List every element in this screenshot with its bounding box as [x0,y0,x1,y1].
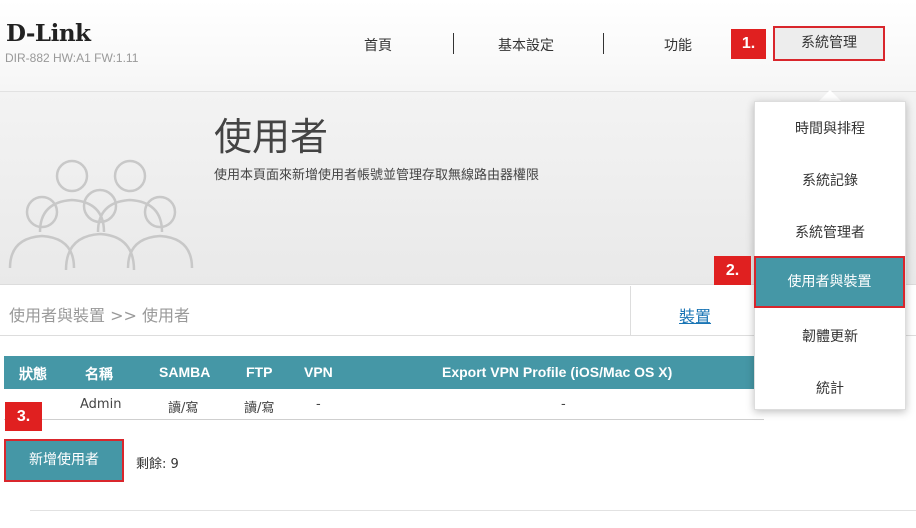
col-status: 狀態 [19,366,47,382]
col-ftp: FTP [246,364,273,380]
menu-item-firmware-update[interactable]: 韌體更新 [755,326,905,346]
dropdown-caret [819,90,841,101]
col-export-vpn: Export VPN Profile (iOS/Mac OS X) [442,364,673,380]
dlink-logo: D-Link [6,20,91,47]
users-table: 狀態 名稱 SAMBA FTP VPN Export VPN Profile (… [4,356,764,420]
menu-item-users-devices[interactable]: 使用者與裝置 [754,256,905,308]
menu-item-statistics[interactable]: 統計 [755,378,905,398]
cell-name: Admin [80,397,122,412]
table-header: 狀態 名稱 SAMBA FTP VPN Export VPN Profile (… [4,356,764,389]
nav-divider [603,33,604,54]
nav-management[interactable]: 系統管理 [773,26,885,61]
menu-item-system-log[interactable]: 系統記錄 [755,170,905,190]
menu-item-admin[interactable]: 系統管理者 [755,222,905,242]
step-3-badge: 3. [5,402,42,431]
remaining-count: 剩餘: 9 [136,457,179,472]
nav-divider [453,33,454,54]
page-title: 使用者 [214,115,329,159]
col-samba: SAMBA [159,364,211,380]
devices-link[interactable]: 裝置 [679,303,711,327]
step-2-badge: 2. [714,256,751,285]
step-1-badge: 1. [731,29,766,59]
nav-home[interactable]: 首頁 [364,35,392,55]
cell-samba: 讀/寫 [168,401,199,416]
cell-ftp: 讀/寫 [244,401,275,416]
nav-features[interactable]: 功能 [664,35,692,55]
model-info: DIR-882 HW:A1 FW:1.11 [5,51,139,65]
add-user-button[interactable]: 新增使用者 [4,439,124,482]
cell-vpn: - [316,397,321,412]
divider [30,510,916,511]
cell-export-vpn: - [561,397,566,412]
users-group-icon [8,159,194,271]
col-vpn: VPN [304,364,333,380]
menu-item-time-schedule[interactable]: 時間與排程 [755,118,905,138]
page-description: 使用本頁面來新增使用者帳號並管理存取無線路由器權限 [214,168,540,183]
breadcrumb: 使用者與裝置 >> 使用者 [9,306,190,325]
nav-basic-settings[interactable]: 基本設定 [498,35,554,55]
col-name: 名稱 [85,366,113,382]
